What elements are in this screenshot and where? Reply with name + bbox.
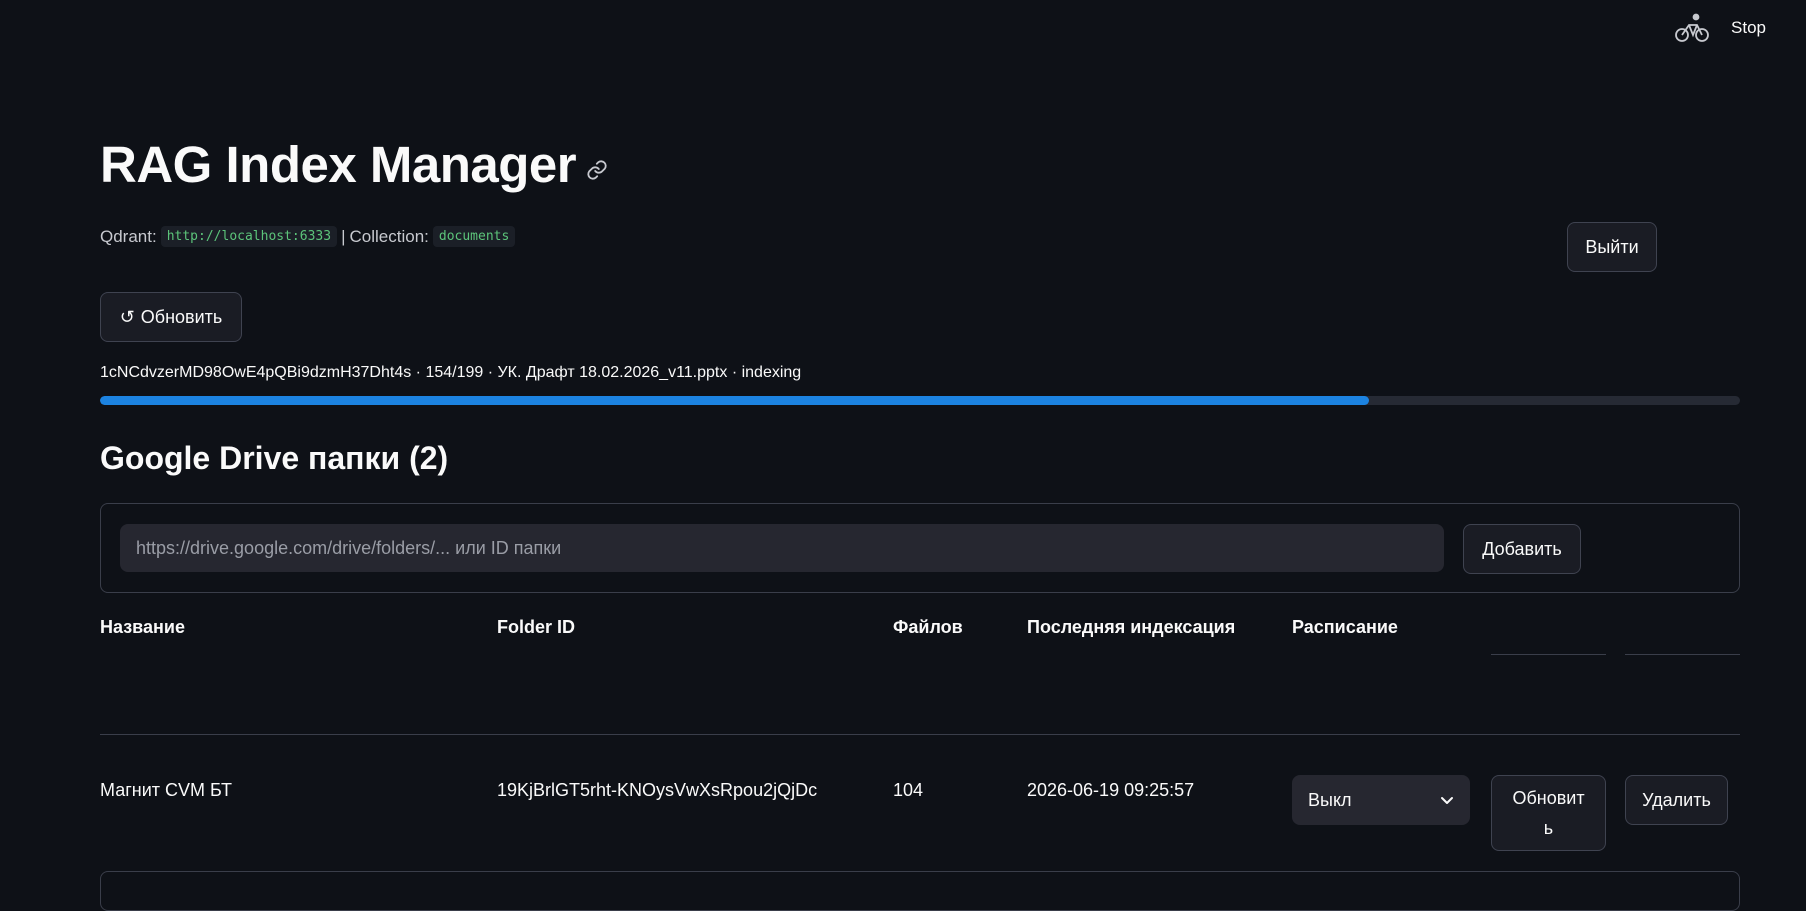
column-header-files: Файлов (893, 617, 963, 637)
schedule-value: Выкл (1308, 789, 1352, 810)
column-header-divider (1625, 654, 1740, 655)
section-title: Google Drive папки (2) (100, 440, 449, 476)
folder-id: 19KjBrlGT5rht-KNOysVwXsRpou2jQjDc (497, 780, 818, 800)
column-header-divider (1491, 654, 1606, 655)
info-separator: | (341, 226, 346, 246)
folder-name: Магнит CVM БТ (100, 780, 233, 800)
column-header-schedule: Расписание (1292, 617, 1398, 637)
toolbar: Stop (1675, 12, 1766, 44)
column-header-name: Название (100, 617, 185, 637)
add-folder-form: Добавить (100, 503, 1740, 593)
column-header-folder-id: Folder ID (497, 617, 576, 637)
stop-button[interactable]: Stop (1731, 18, 1766, 38)
qdrant-url: http://localhost:6333 (160, 226, 338, 247)
collection-name: documents (432, 226, 516, 247)
qdrant-label: Qdrant: (100, 226, 157, 246)
row-refresh-label-line2: ь (1543, 818, 1554, 838)
schedule-select[interactable]: Выкл (1292, 775, 1470, 825)
chevron-down-icon (1441, 797, 1453, 804)
last-indexed: 2026-06-19 09:25:57 (1027, 780, 1195, 800)
progress-fill (100, 396, 1370, 405)
folder-url-input[interactable] (120, 524, 1444, 572)
connection-info: Qdrant: http://localhost:6333 | Collecti… (100, 226, 516, 247)
refresh-button[interactable]: ↺ Обновить (100, 292, 242, 342)
collection-label: Collection: (349, 226, 429, 246)
bicycle-running-icon (1675, 13, 1709, 42)
link-icon[interactable] (586, 159, 608, 181)
page-title: RAG Index Manager (100, 136, 577, 193)
table-divider (100, 734, 1740, 735)
row-refresh-button[interactable]: Обновит ь (1491, 775, 1606, 851)
row-delete-button[interactable]: Удалить (1625, 775, 1728, 825)
refresh-label: Обновить (140, 306, 223, 327)
row-refresh-label-line1: Обновит (1512, 788, 1585, 808)
progress-status: 1cNCdvzerMD98OwE4pQBi9dzmH37Dht4s · 154/… (100, 364, 802, 381)
refresh-icon: ↺ (119, 306, 135, 327)
logout-button[interactable]: Выйти (1567, 222, 1657, 272)
files-count: 104 (893, 780, 924, 800)
progress-bar (100, 396, 1740, 405)
title-row: RAG Index Manager (100, 135, 608, 194)
column-header-last-indexed: Последняя индексация (1027, 617, 1236, 637)
next-row-container (100, 871, 1740, 911)
add-folder-button[interactable]: Добавить (1463, 524, 1581, 574)
